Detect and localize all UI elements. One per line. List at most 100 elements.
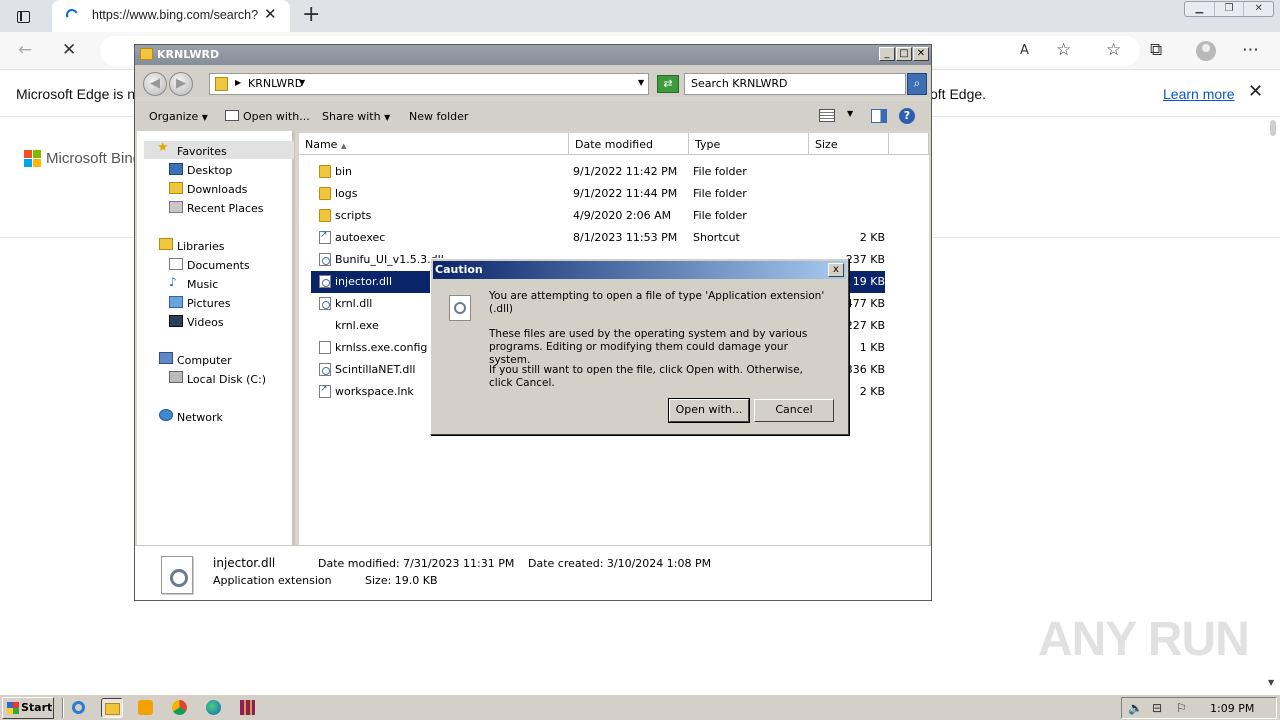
column-name[interactable]: Name ▲: [299, 133, 569, 155]
new-folder-button[interactable]: New folder: [409, 110, 468, 123]
new-tab-button[interactable]: +: [302, 2, 320, 27]
details-file-name: injector.dll: [213, 556, 276, 570]
file-name: krnlss.exe.config: [335, 341, 428, 354]
favorites-icon[interactable]: ☆: [1106, 40, 1121, 60]
dialog-titlebar[interactable]: Caution x: [433, 261, 846, 279]
breadcrumb-arrow-icon[interactable]: ▶: [235, 78, 241, 87]
column-spacer: [889, 133, 929, 155]
search-input[interactable]: Search KRNLWRD: [684, 73, 906, 95]
nav-libraries[interactable]: Libraries: [177, 240, 225, 253]
read-aloud-icon[interactable]: A: [1020, 43, 1029, 58]
organize-button[interactable]: Organize ▼: [149, 110, 208, 123]
open-with-button[interactable]: Open with...: [225, 110, 310, 123]
preview-pane-icon[interactable]: [871, 109, 887, 123]
column-name-label: Name: [305, 138, 338, 151]
open-with-button[interactable]: Open with...: [668, 398, 750, 423]
more-menu-icon[interactable]: ⋯: [1242, 40, 1259, 60]
browser-tab[interactable]: https://www.bing.com/search? ✕: [52, 0, 290, 32]
loading-spinner-icon: [64, 7, 80, 23]
file-row[interactable]: autoexec 8/1/2023 11:53 PM Shortcut 2 KB: [311, 227, 885, 249]
minimize-icon[interactable]: _: [879, 47, 895, 61]
scroll-down-icon[interactable]: ▼: [1268, 678, 1274, 687]
close-icon[interactable]: ✕: [913, 47, 929, 61]
learn-more-link[interactable]: Learn more: [1163, 86, 1235, 102]
collections-icon[interactable]: ⧉: [1150, 40, 1162, 60]
tab-title: https://www.bing.com/search?: [92, 8, 258, 22]
explorer-command-bar: Organize ▼ Open with... Share with ▼ New…: [135, 101, 931, 131]
infobar-message-end: oft Edge.: [930, 86, 987, 102]
file-row[interactable]: bin 9/1/2022 11:42 PM File folder: [311, 161, 885, 183]
desktop-icon: [169, 163, 183, 175]
chevron-down-icon[interactable]: ▼: [299, 78, 305, 87]
breadcrumb[interactable]: KRNLWRD: [248, 77, 303, 90]
watermark-text: ANY RUN: [1038, 613, 1250, 666]
chrome-icon[interactable]: [169, 698, 191, 718]
action-center-flag-icon[interactable]: ⚐: [1176, 701, 1187, 715]
file-type: File folder: [693, 165, 747, 178]
nav-recent-places[interactable]: Recent Places: [187, 202, 264, 215]
forward-icon[interactable]: ▶: [169, 72, 193, 96]
nav-music[interactable]: Music: [187, 278, 218, 291]
file-row[interactable]: scripts 4/9/2020 2:06 AM File folder: [311, 205, 885, 227]
search-placeholder: Search KRNLWRD: [691, 77, 788, 90]
page-scrollbar[interactable]: [1270, 120, 1276, 136]
nav-pictures[interactable]: Pictures: [187, 297, 231, 310]
edge-icon[interactable]: [203, 698, 225, 718]
share-with-button[interactable]: Share with ▼: [322, 110, 390, 123]
new-folder-label: New folder: [409, 110, 469, 123]
nav-downloads[interactable]: Downloads: [187, 183, 247, 196]
column-date-modified[interactable]: Date modified: [569, 133, 689, 155]
minimize-icon[interactable]: ▁: [1185, 2, 1215, 16]
add-favorite-icon[interactable]: ☆: [1056, 40, 1071, 60]
tab-actions-icon[interactable]: [10, 6, 36, 26]
file-row[interactable]: logs 9/1/2022 11:44 PM File folder: [311, 183, 885, 205]
dll-icon: [319, 297, 331, 310]
internet-explorer-icon[interactable]: [68, 698, 90, 718]
column-size[interactable]: Size: [809, 133, 889, 155]
bing-brand-name[interactable]: Microsoft Bing: [46, 150, 134, 167]
cancel-button[interactable]: Cancel: [754, 399, 834, 422]
maximize-icon[interactable]: □: [896, 47, 912, 61]
change-view-icon[interactable]: [819, 109, 835, 122]
windows-explorer-icon[interactable]: [101, 698, 123, 718]
nav-videos[interactable]: Videos: [187, 316, 224, 329]
search-icon[interactable]: ⌕: [907, 73, 927, 95]
help-icon[interactable]: ?: [899, 108, 915, 124]
local-disk-icon: [169, 371, 183, 383]
browser-tabstrip: https://www.bing.com/search? ✕ + ▁ ❐ ✕: [0, 0, 1280, 32]
dll-file-icon: [449, 295, 471, 321]
back-icon[interactable]: ◀: [143, 72, 167, 96]
nav-documents[interactable]: Documents: [187, 259, 250, 272]
star-icon: ★: [157, 140, 169, 155]
file-size: 2 KB: [859, 231, 885, 244]
back-icon[interactable]: ←: [18, 40, 32, 60]
refresh-icon[interactable]: ⇄: [657, 75, 679, 93]
restore-icon[interactable]: ❐: [1215, 2, 1245, 16]
media-player-icon[interactable]: [135, 698, 157, 718]
winrar-icon[interactable]: [237, 698, 259, 718]
dialog-close-icon[interactable]: x: [828, 263, 844, 277]
explorer-address-bar[interactable]: ▶ KRNLWRD ▼ ▼: [209, 73, 649, 95]
nav-desktop[interactable]: Desktop: [187, 164, 232, 177]
nav-local-disk[interactable]: Local Disk (C:): [187, 373, 266, 386]
clock[interactable]: 1:09 PM: [1210, 702, 1254, 715]
explorer-titlebar[interactable]: KRNLWRD _ □ ✕: [135, 45, 931, 65]
volume-icon[interactable]: 🔈: [1128, 701, 1143, 715]
column-type[interactable]: Type: [689, 133, 809, 155]
infobar-close-icon[interactable]: ✕: [1248, 81, 1263, 102]
details-size: Size: 19.0 KB: [365, 574, 438, 587]
nav-computer[interactable]: Computer: [177, 354, 232, 367]
close-icon[interactable]: ✕: [1244, 2, 1273, 16]
tab-close-icon[interactable]: ✕: [264, 5, 277, 23]
network-icon: [159, 409, 173, 421]
network-status-icon[interactable]: ⊟: [1152, 701, 1162, 715]
start-button[interactable]: Start: [2, 697, 54, 719]
organize-label: Organize: [149, 110, 199, 123]
nav-favorites[interactable]: Favorites: [177, 145, 227, 158]
address-history-icon[interactable]: ▼: [638, 78, 644, 87]
computer-icon: [159, 352, 173, 364]
nav-network[interactable]: Network: [177, 411, 223, 424]
profile-avatar[interactable]: [1196, 41, 1216, 61]
view-options-chevron-icon[interactable]: ▼: [847, 109, 853, 118]
stop-loading-icon[interactable]: ✕: [62, 40, 76, 60]
